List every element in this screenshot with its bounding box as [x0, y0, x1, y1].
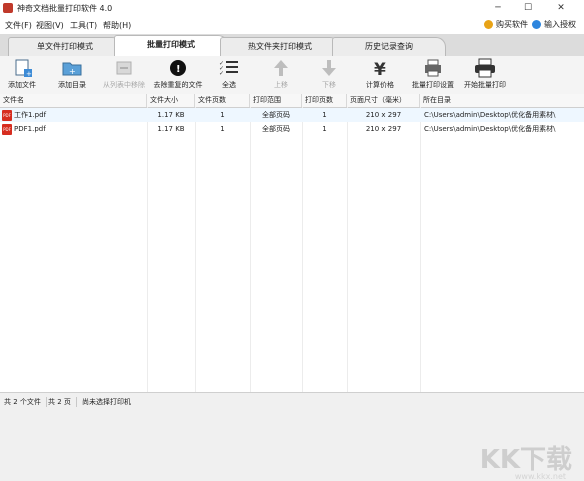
watermark-logo: KK下载: [479, 445, 572, 475]
col-directory[interactable]: 所在目录: [420, 94, 584, 107]
tab-hot-folder[interactable]: 热文件夹打印模式: [220, 37, 340, 57]
filesize-cell: 1.17 KB: [157, 125, 185, 133]
register-label: 输入授权: [544, 20, 576, 29]
svg-text:¥: ¥: [374, 60, 386, 78]
table-header: 文件名 文件大小 文件页数 打印范围 打印页数 页面尺寸（毫米） 所在目录: [0, 94, 584, 108]
status-file-count: 共 2 个文件: [4, 397, 47, 407]
grid-line: [147, 107, 148, 392]
add-file-button[interactable]: + 添加文件: [4, 58, 40, 92]
file-table[interactable]: 文件名 文件大小 文件页数 打印范围 打印页数 页面尺寸（毫米） 所在目录 PD…: [0, 94, 584, 481]
col-filesize[interactable]: 文件大小: [147, 94, 195, 107]
svg-text:✓: ✓: [219, 70, 224, 77]
col-pages[interactable]: 文件页数: [195, 94, 250, 107]
svg-text:+: +: [26, 70, 32, 78]
window-title: 神奇文档批量打印软件 4.0: [17, 4, 113, 13]
tab-single-file[interactable]: 单文件打印模式: [8, 37, 122, 57]
pages-cell: 1: [220, 125, 225, 133]
batch-print-settings-button[interactable]: 批量打印设置: [408, 58, 458, 92]
grid-line: [250, 107, 251, 392]
svg-text:+: +: [69, 67, 76, 76]
range-cell: 全部页码: [262, 111, 290, 119]
directory-cell: C:\Users\admin\Desktop\优化备用素材\: [424, 111, 556, 119]
select-all-label: 全选: [222, 81, 236, 89]
filesize-cell: 1.17 KB: [157, 111, 185, 119]
app-icon: [3, 3, 13, 13]
status-bar: 共 2 个文件 共 2 页 尚未选择打印机: [0, 392, 584, 409]
start-print-label: 开始批量打印: [464, 81, 506, 89]
yen-icon: ¥: [369, 58, 391, 80]
start-batch-print-button[interactable]: 开始批量打印: [462, 58, 508, 92]
grid-line: [420, 107, 421, 392]
heart-icon: [484, 20, 493, 29]
add-file-icon: +: [11, 58, 33, 78]
move-down-button[interactable]: 下移: [314, 58, 344, 92]
dedupe-button[interactable]: ! 去除重复的文件: [150, 58, 206, 92]
filename-cell: PDF PDF1.pdf: [2, 122, 147, 136]
calc-price-button[interactable]: ¥ 计算价格: [362, 58, 398, 92]
close-button[interactable]: ✕: [547, 1, 575, 15]
remove-label: 从列表中移除: [103, 81, 145, 89]
dedupe-label: 去除重复的文件: [153, 81, 203, 89]
print-pages-cell: 1: [322, 111, 327, 119]
grid-line: [347, 107, 348, 392]
buy-label: 购买软件: [496, 20, 528, 29]
maximize-button[interactable]: ☐: [514, 1, 542, 15]
range-cell: 全部页码: [262, 125, 290, 133]
table-row[interactable]: PDF 工作1.pdf 1.17 KB 1 全部页码 1 210 x 297 C:…: [0, 108, 584, 122]
menu-tools[interactable]: 工具(T): [70, 20, 97, 31]
status-printer: 尚未选择打印机: [82, 398, 131, 406]
directory-cell: C:\Users\admin\Desktop\优化备用素材\: [424, 125, 556, 133]
grid-line: [302, 107, 303, 392]
add-folder-button[interactable]: + 添加目录: [52, 58, 92, 92]
tab-batch-print[interactable]: 批量打印模式: [114, 35, 228, 57]
menu-file[interactable]: 文件(F): [5, 20, 32, 31]
dedupe-icon: !: [167, 58, 189, 78]
col-print-pages[interactable]: 打印页数: [302, 94, 347, 107]
watermark-url: www.kkx.net: [514, 472, 566, 481]
calc-price-label: 计算价格: [366, 81, 394, 89]
remove-icon: [113, 58, 135, 78]
grid-line: [195, 107, 196, 392]
col-print-range[interactable]: 打印范围: [250, 94, 302, 107]
menu-view[interactable]: 视图(V): [36, 20, 64, 31]
buy-button[interactable]: 购买软件: [484, 19, 528, 30]
user-icon: [532, 20, 541, 29]
batch-settings-label: 批量打印设置: [412, 81, 454, 89]
remove-from-list-button[interactable]: 从列表中移除: [100, 58, 148, 92]
select-all-icon: ✓ ✓ ✓: [218, 58, 240, 78]
page-size-cell: 210 x 297: [365, 111, 402, 119]
menu-help[interactable]: 帮助(H): [103, 20, 131, 31]
svg-text:!: !: [176, 64, 181, 75]
title-bar: 神奇文档批量打印软件 4.0 ─ ☐ ✕: [0, 0, 584, 16]
table-row[interactable]: PDF PDF1.pdf 1.17 KB 1 全部页码 1 210 x 297 C…: [0, 122, 584, 136]
add-file-label: 添加文件: [8, 81, 36, 89]
printer-settings-icon: [422, 58, 444, 78]
move-down-label: 下移: [322, 81, 336, 89]
menu-bar: 文件(F) 视图(V) 工具(T) 帮助(H) 购买软件 输入授权: [0, 16, 584, 35]
printer-icon: [474, 58, 496, 78]
up-arrow-icon: [270, 58, 292, 78]
pdf-icon: PDF: [2, 123, 12, 135]
filename-cell: PDF 工作1.pdf: [2, 108, 147, 122]
pages-cell: 1: [220, 111, 225, 119]
toolbar: + 添加文件 + 添加目录 从列表中移除 ! 去除重复的文件 ✓ ✓ ✓ 全选 上移: [0, 56, 584, 95]
tab-strip: 单文件打印模式 批量打印模式 热文件夹打印模式 历史记录查询: [0, 34, 584, 57]
add-folder-label: 添加目录: [58, 81, 86, 89]
pdf-icon: PDF: [2, 109, 12, 121]
page-size-cell: 210 x 297: [365, 125, 402, 133]
move-up-button[interactable]: 上移: [266, 58, 296, 92]
tab-history[interactable]: 历史记录查询: [332, 37, 446, 57]
select-all-button[interactable]: ✓ ✓ ✓ 全选: [214, 58, 244, 92]
col-page-size[interactable]: 页面尺寸（毫米）: [347, 94, 420, 107]
register-button[interactable]: 输入授权: [532, 19, 576, 30]
move-up-label: 上移: [274, 81, 288, 89]
col-filename[interactable]: 文件名: [0, 94, 147, 107]
filename-text: PDF1.pdf: [14, 125, 46, 133]
filename-text: 工作1.pdf: [14, 111, 47, 119]
print-pages-cell: 1: [322, 125, 327, 133]
status-page-count: 共 2 页: [48, 397, 77, 407]
add-folder-icon: +: [61, 58, 83, 78]
minimize-button[interactable]: ─: [484, 1, 512, 15]
down-arrow-icon: [318, 58, 340, 78]
